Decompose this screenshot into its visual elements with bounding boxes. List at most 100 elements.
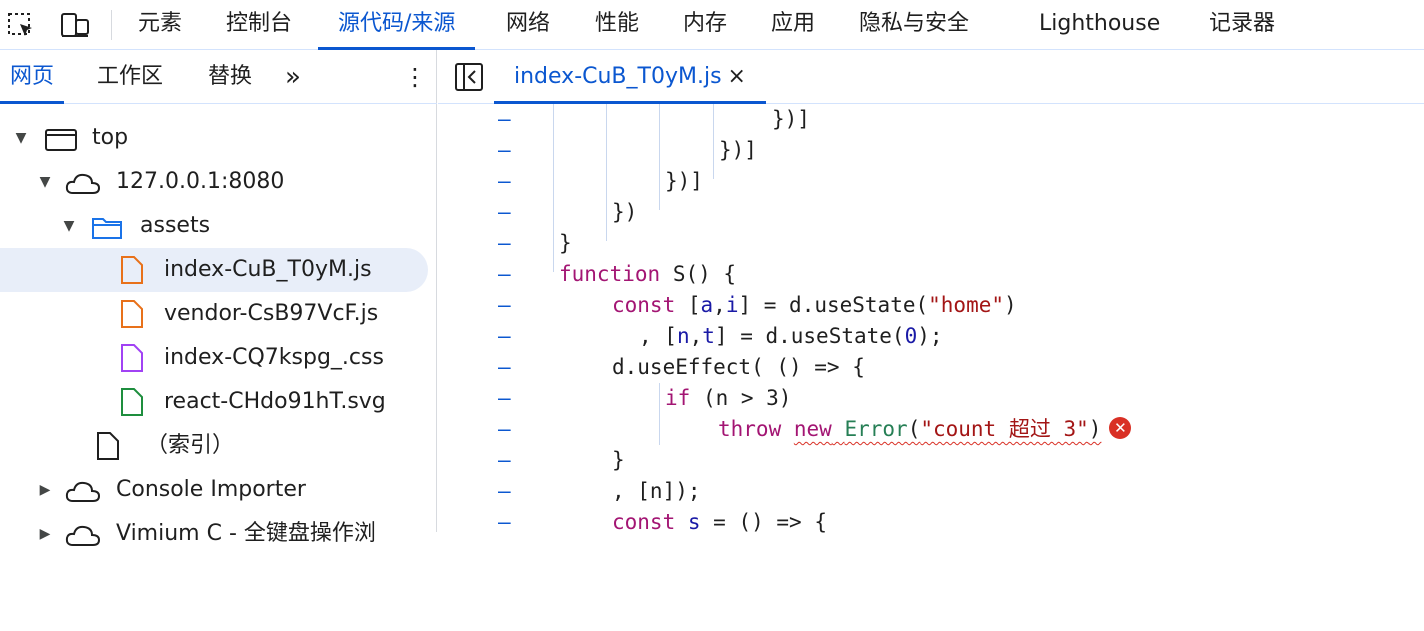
tree-item-label: （索引） bbox=[146, 433, 235, 458]
tree-item-label: vendor-CsB97VcF.js bbox=[164, 301, 379, 326]
gutter-diff-marker: – bbox=[498, 324, 511, 348]
toolbar-divider bbox=[111, 10, 112, 40]
code-line[interactable]: – })] bbox=[438, 135, 1424, 166]
sources-navigator: 网页 工作区 替换 » ⋮ ▼ top ▼ 127.0.0.1:8080 ▼ a… bbox=[0, 50, 437, 546]
toggle-navigator-icon[interactable] bbox=[452, 60, 486, 94]
cloud-icon bbox=[64, 521, 101, 547]
code-text: d.useEffect( () => { bbox=[612, 355, 865, 379]
tree-item-label: Vimium C - 全键盘操作浏 bbox=[116, 521, 376, 546]
tree-item-label: top bbox=[92, 125, 129, 150]
cloud-icon bbox=[64, 169, 101, 195]
gutter-diff-marker: – bbox=[498, 386, 511, 410]
navigator-menu-button[interactable]: ⋮ bbox=[393, 50, 437, 104]
tree-item-assets-folder[interactable]: ▼ assets bbox=[0, 204, 428, 248]
tree-item-extension[interactable]: ▶ Vimium C - 全键盘操作浏 bbox=[0, 512, 428, 556]
source-editor: index-CuB_T0yM.js × – })] – })] – })] – }… bbox=[438, 50, 1424, 534]
tree-item-top[interactable]: ▼ top bbox=[0, 116, 428, 160]
tree-item-label: index-CQ7kspg_.css bbox=[164, 345, 384, 370]
collapse-arrow-icon[interactable]: ▶ bbox=[35, 512, 55, 556]
code-line[interactable]: – })] bbox=[438, 166, 1424, 197]
code-text: function S() { bbox=[559, 262, 737, 286]
tab-lighthouse[interactable]: Lighthouse bbox=[1019, 0, 1180, 50]
code-line[interactable]: – if (n > 3) bbox=[438, 383, 1424, 414]
select-element-icon[interactable] bbox=[4, 8, 38, 42]
expand-arrow-icon[interactable]: ▼ bbox=[11, 116, 31, 160]
device-toolbar-icon[interactable] bbox=[58, 8, 92, 42]
devtools-panel-tabbar: 元素 控制台 源代码/来源 网络 性能 内存 应用 隐私与安全 Lighthou… bbox=[0, 0, 1424, 50]
tree-item-file[interactable]: （索引） bbox=[0, 424, 428, 468]
tree-item-label: react-CHdo91hT.svg bbox=[164, 389, 386, 414]
tab-workspace[interactable]: 工作区 bbox=[87, 50, 173, 104]
tab-recorder[interactable]: 记录器 bbox=[1189, 0, 1295, 50]
expand-arrow-icon[interactable]: ▼ bbox=[59, 204, 79, 248]
error-icon[interactable]: ✕ bbox=[1109, 417, 1132, 439]
code-line[interactable]: – const [a,i] = d.useState("home") bbox=[438, 290, 1424, 321]
gutter-diff-marker: – bbox=[498, 479, 511, 503]
code-text: })] bbox=[719, 138, 757, 162]
close-tab-icon[interactable]: × bbox=[728, 64, 746, 89]
tab-overrides[interactable]: 替换 bbox=[198, 50, 262, 104]
gutter-diff-marker: – bbox=[498, 231, 511, 255]
tree-item-file-selected[interactable]: index-CuB_T0yM.js bbox=[0, 248, 428, 292]
code-line[interactable]: – , [n]); bbox=[438, 476, 1424, 507]
tree-item-file[interactable]: react-CHdo91hT.svg bbox=[0, 380, 428, 424]
tree-item-label: index-CuB_T0yM.js bbox=[164, 257, 372, 282]
editor-file-tab[interactable]: index-CuB_T0yM.js × bbox=[494, 50, 766, 104]
tree-item-file[interactable]: index-CQ7kspg_.css bbox=[0, 336, 428, 380]
code-line[interactable]: – function S() { bbox=[438, 259, 1424, 290]
tree-item-file[interactable]: vendor-CsB97VcF.js bbox=[0, 292, 428, 336]
tab-network[interactable]: 网络 bbox=[486, 0, 570, 50]
code-text: if (n > 3) bbox=[665, 386, 792, 410]
code-text: , [n,t] = d.useState(0); bbox=[639, 324, 943, 348]
js-file-icon bbox=[114, 300, 148, 328]
tree-item-label: assets bbox=[140, 213, 211, 238]
collapse-arrow-icon[interactable]: ▶ bbox=[35, 468, 55, 512]
tree-item-label: 127.0.0.1:8080 bbox=[116, 169, 285, 194]
tree-item-label: Console Importer bbox=[116, 477, 306, 502]
gutter-diff-marker: – bbox=[498, 355, 511, 379]
expand-arrow-icon[interactable]: ▼ bbox=[35, 160, 55, 204]
tab-memory[interactable]: 内存 bbox=[663, 0, 747, 50]
code-line[interactable]: – d.useEffect( () => { bbox=[438, 352, 1424, 383]
gutter-diff-marker: – bbox=[498, 107, 511, 131]
code-text: })] bbox=[772, 107, 810, 131]
cloud-icon bbox=[64, 477, 101, 503]
editor-tabbar: index-CuB_T0yM.js × bbox=[438, 50, 1424, 104]
code-line-error[interactable]: – throw new Error("count 超过 3") ✕ bbox=[438, 414, 1424, 445]
code-text: } bbox=[612, 448, 625, 472]
tree-item-extension[interactable]: ▶ Console Importer bbox=[0, 468, 428, 512]
tab-privacy-security[interactable]: 隐私与安全 bbox=[839, 0, 989, 50]
code-line[interactable]: – }) bbox=[438, 197, 1424, 228]
gutter-diff-marker: – bbox=[498, 200, 511, 224]
frame-icon bbox=[44, 125, 78, 151]
code-text: }) bbox=[612, 200, 638, 224]
more-tabs-button[interactable]: » bbox=[275, 50, 311, 104]
js-file-icon bbox=[114, 256, 148, 284]
gutter-diff-marker: – bbox=[498, 293, 511, 317]
gutter-diff-marker: – bbox=[498, 262, 511, 286]
tab-console[interactable]: 控制台 bbox=[206, 0, 312, 50]
folder-icon bbox=[90, 213, 124, 239]
gutter-diff-marker: – bbox=[498, 417, 511, 441]
code-line[interactable]: – } bbox=[438, 445, 1424, 476]
code-text: } bbox=[559, 231, 572, 255]
code-line[interactable]: – })] bbox=[438, 104, 1424, 135]
navigator-tabbar: 网页 工作区 替换 » ⋮ bbox=[0, 50, 437, 104]
tab-sources[interactable]: 源代码/来源 bbox=[318, 0, 476, 50]
tab-performance[interactable]: 性能 bbox=[575, 0, 659, 50]
tab-elements[interactable]: 元素 bbox=[118, 0, 202, 50]
gutter-diff-marker: – bbox=[498, 138, 511, 162]
tree-item-host[interactable]: ▼ 127.0.0.1:8080 bbox=[0, 160, 428, 204]
code-line[interactable]: – , [n,t] = d.useState(0); bbox=[438, 321, 1424, 352]
document-icon bbox=[90, 432, 124, 460]
file-tab-label: index-CuB_T0yM.js bbox=[514, 64, 722, 89]
code-text: , [n]); bbox=[612, 479, 701, 503]
gutter-diff-marker: – bbox=[498, 169, 511, 193]
code-line[interactable]: – } bbox=[438, 228, 1424, 259]
css-file-icon bbox=[114, 344, 148, 372]
code-text: const s = () => { bbox=[612, 510, 827, 534]
tab-application[interactable]: 应用 bbox=[751, 0, 835, 50]
tab-page[interactable]: 网页 bbox=[0, 50, 65, 104]
svg-file-icon bbox=[114, 388, 148, 416]
code-line[interactable]: – const s = () => { bbox=[438, 507, 1424, 538]
